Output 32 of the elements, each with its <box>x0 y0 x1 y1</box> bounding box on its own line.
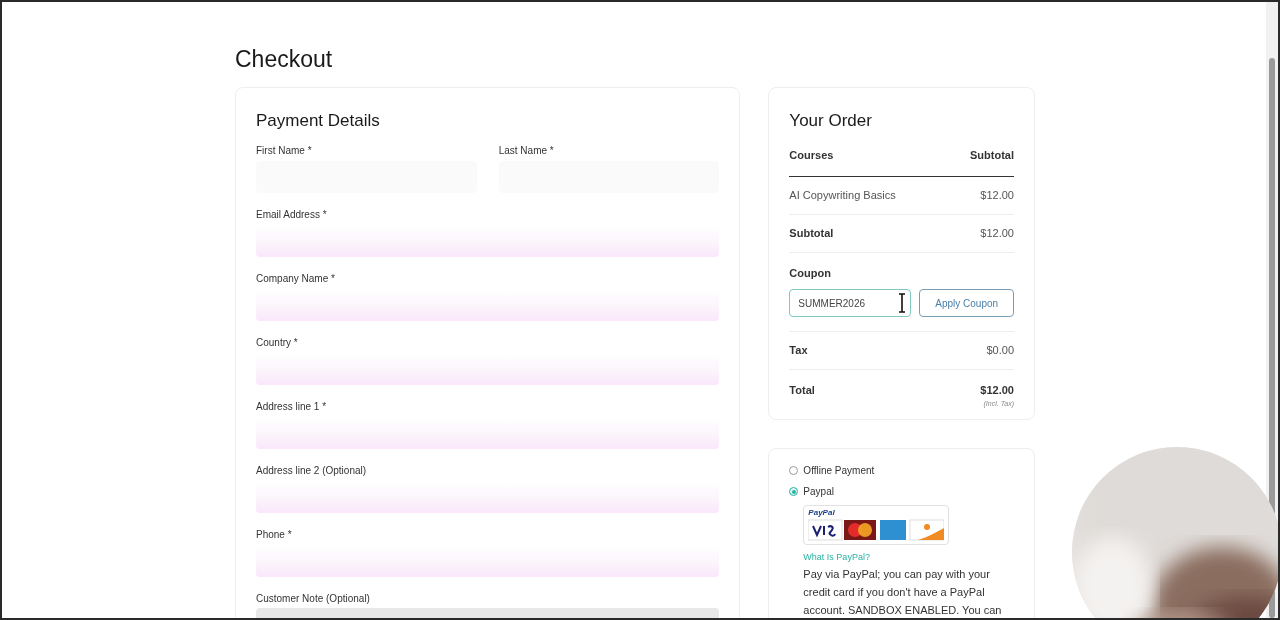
column-header: Courses <box>789 148 834 163</box>
field-label: Phone * <box>256 529 293 541</box>
row-value: $12.00 <box>980 187 1014 203</box>
row-label: Total <box>789 383 815 398</box>
paypal-description: Pay via PayPal; you can pay with your credit card if you don't have a PayPal account. SANDBOX ENABLED. You can <box>803 566 1003 618</box>
paypal-caption: PayPal <box>808 507 836 519</box>
row-label: AI Copywriting Basics <box>789 187 896 203</box>
radio-button[interactable] <box>789 487 799 496</box>
apply-coupon-button[interactable]: Apply Coupon <box>919 289 1014 317</box>
field-label: Address line 1 * <box>256 401 328 413</box>
field-label: Email Address * <box>256 209 328 221</box>
field-label: Last Name * <box>498 145 555 157</box>
radio-button[interactable] <box>789 466 799 475</box>
row-value: $0.00 <box>986 343 1014 359</box>
row-label: Subtotal <box>789 225 834 241</box>
radio-label[interactable]: Paypal <box>803 484 834 499</box>
coupon-label: Coupon <box>789 265 832 281</box>
radio-label[interactable]: Offline Payment <box>803 463 875 478</box>
section-heading: Payment Details <box>256 109 381 132</box>
row-value: $12.00 <box>980 225 1014 241</box>
field-label: Company Name * <box>256 273 336 285</box>
text-cursor-icon <box>897 293 908 313</box>
field-label: Customer Note (Optional) <box>256 593 371 605</box>
row-value: $12.00 <box>980 383 1014 398</box>
coupon-field[interactable]: SUMMER2026 <box>789 289 912 317</box>
page-title: Checkout <box>235 45 334 74</box>
field-label: Country * <box>256 337 299 349</box>
column-header: Subtotal <box>970 148 1014 163</box>
field-label: First Name * <box>256 145 313 157</box>
row-label: Tax <box>789 343 808 359</box>
field-label: Address line 2 (Optional) <box>256 465 368 477</box>
section-heading: Your Order <box>789 109 873 132</box>
